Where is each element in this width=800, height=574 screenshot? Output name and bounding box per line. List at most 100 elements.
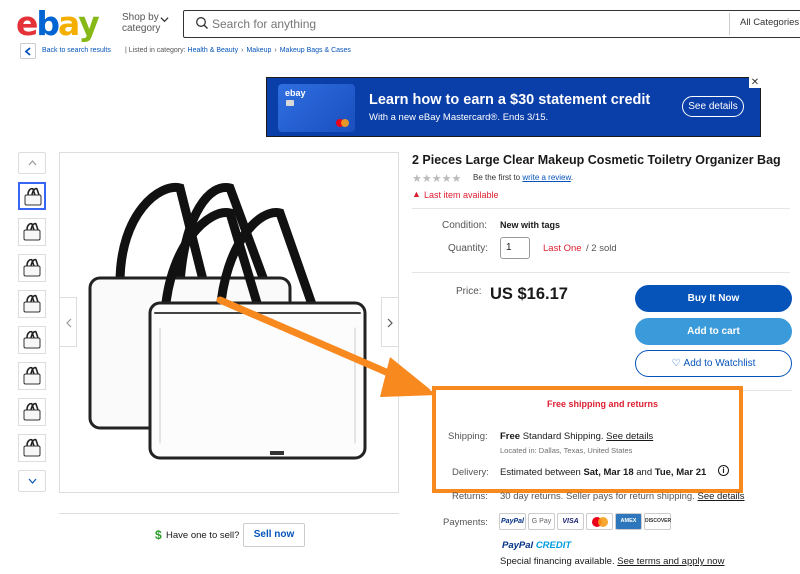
bag-thumbnail-icon [24, 187, 42, 206]
payments-label: Payments: [443, 517, 488, 528]
rating-text: Be the first to write a review. [473, 173, 573, 182]
category-select[interactable]: All Categories [740, 17, 799, 28]
shipping-see-details-link[interactable]: See details [606, 431, 653, 442]
banner-see-details-button[interactable]: See details [682, 96, 744, 117]
breadcrumb-makeup-bags[interactable]: Makeup Bags & Cases [280, 47, 351, 54]
fire-icon: ▲ [412, 189, 421, 199]
thumbnail-5[interactable] [18, 326, 46, 354]
thumbnails-down-button[interactable] [18, 470, 46, 492]
free-shipping-banner: Free shipping and returns [547, 399, 659, 409]
bag-thumbnail-icon [23, 330, 41, 349]
back-to-search-link[interactable]: Back to search results [42, 47, 111, 54]
watchlist-label: Add to Watchlist [683, 358, 756, 369]
bag-thumbnail-icon [23, 366, 41, 385]
mastercard-icon [341, 119, 349, 127]
bag-thumbnail-icon [23, 294, 41, 313]
divider [59, 513, 399, 514]
price-value: US $16.17 [490, 285, 568, 303]
returns-see-details-link[interactable]: See details [698, 491, 745, 502]
breadcrumb-health-beauty[interactable]: Health & Beauty [188, 47, 239, 54]
sell-now-button[interactable]: Sell now [243, 523, 305, 547]
thumbnail-6[interactable] [18, 362, 46, 390]
dollar-icon: $ [155, 528, 162, 542]
amex-icon: AMEX [615, 513, 642, 530]
paypal-credit-b: CREDIT [535, 540, 572, 551]
sell-prompt: Have one to sell? [166, 530, 240, 541]
thumbnails-up-button[interactable] [18, 152, 46, 174]
delivery-prefix: Estimated between [500, 467, 581, 478]
bag-thumbnail-icon [23, 438, 41, 457]
star-icon: ★ [421, 173, 432, 185]
shop-by-category-button[interactable]: Shop by category [122, 12, 162, 34]
bag-thumbnail-icon [23, 222, 41, 241]
breadcrumb-makeup[interactable]: Makeup [246, 47, 271, 54]
back-button[interactable] [20, 43, 36, 59]
ebay-logo[interactable]: ebay [16, 4, 100, 43]
shipping-method: Standard Shipping. [522, 431, 604, 442]
paypal-credit-logo: PayPal CREDIT [502, 540, 571, 551]
search-input[interactable] [212, 15, 712, 33]
breadcrumb: | Listed in category: Health & Beauty › Ma… [125, 47, 351, 54]
image-prev-button[interactable] [59, 297, 77, 347]
mastercard-icon [586, 513, 613, 530]
add-to-watchlist-button[interactable]: ♡ Add to Watchlist [635, 350, 792, 377]
banner-title: Learn how to earn a $30 statement credit [369, 92, 651, 108]
chevron-down-icon [28, 478, 37, 484]
logo-letter-b: b [36, 4, 60, 43]
thumbnail-8[interactable] [18, 434, 46, 462]
paypal-icon: PayPal [499, 513, 526, 530]
shipping-value: Free Standard Shipping. See details [500, 431, 653, 442]
returns-text: 30 day returns. Seller pays for return s… [500, 491, 695, 502]
logo-letter-a: a [58, 4, 80, 43]
sold-count: / 2 sold [586, 243, 617, 254]
product-title: 2 Pieces Large Clear Makeup Cosmetic Toi… [412, 153, 781, 167]
chevron-down-icon [160, 17, 169, 23]
heart-icon: ♡ [671, 358, 681, 369]
logo-letter-y: y [78, 4, 99, 43]
star-icon: ★ [431, 173, 442, 185]
add-to-cart-button[interactable]: Add to cart [635, 318, 792, 345]
card-logo: ebay [285, 88, 306, 98]
thumbnail-7[interactable] [18, 398, 46, 426]
thumbnail-4[interactable] [18, 290, 46, 318]
category-divider [729, 13, 730, 35]
chevron-up-icon [28, 160, 37, 166]
delivery-end: Tue, Mar 21 [654, 467, 707, 478]
mastercard-logo-icon [591, 517, 608, 527]
arrow-annotation [216, 296, 437, 397]
delivery-label: Delivery: [452, 467, 489, 478]
info-icon[interactable]: i [718, 465, 729, 476]
thumbnail-2[interactable] [18, 218, 46, 246]
discover-icon: DISCOVER [644, 513, 671, 530]
rating-prefix: Be the first to [473, 173, 521, 182]
star-icon: ★ [451, 173, 462, 185]
chevron-right-icon: › [241, 47, 244, 54]
bag-thumbnail-icon [23, 402, 41, 421]
star-icon: ★ [441, 173, 452, 185]
bag-thumbnail-icon [23, 258, 41, 277]
financing-prefix: Special financing available. [500, 556, 615, 567]
write-review-link[interactable]: write a review [522, 173, 570, 182]
chevron-left-icon [24, 47, 31, 56]
rating-stars: ★★★★★ [412, 172, 461, 185]
chevron-right-icon: › [274, 47, 277, 54]
buy-it-now-button[interactable]: Buy It Now [635, 285, 792, 312]
delivery-value: Estimated between Sat, Mar 18 and Tue, M… [500, 467, 706, 478]
delivery-and: and [636, 467, 653, 478]
returns-value: 30 day returns. Seller pays for return s… [500, 491, 745, 502]
thumbnail-1[interactable] [18, 182, 46, 210]
condition-label: Condition: [442, 220, 488, 231]
quantity-label: Quantity: [448, 243, 489, 254]
quantity-input[interactable]: 1 [500, 237, 530, 259]
divider [412, 272, 790, 273]
shipping-label: Shipping: [448, 431, 488, 442]
last-one-label: Last One [543, 243, 582, 254]
price-label: Price: [456, 286, 482, 297]
star-icon: ★ [412, 173, 422, 185]
financing-text: Special financing available. See terms a… [500, 556, 724, 567]
visa-icon: VISA [557, 513, 584, 530]
close-icon[interactable]: ✕ [749, 77, 761, 88]
returns-label: Returns: [452, 491, 488, 502]
thumbnail-3[interactable] [18, 254, 46, 282]
financing-apply-link[interactable]: See terms and apply now [617, 556, 724, 567]
